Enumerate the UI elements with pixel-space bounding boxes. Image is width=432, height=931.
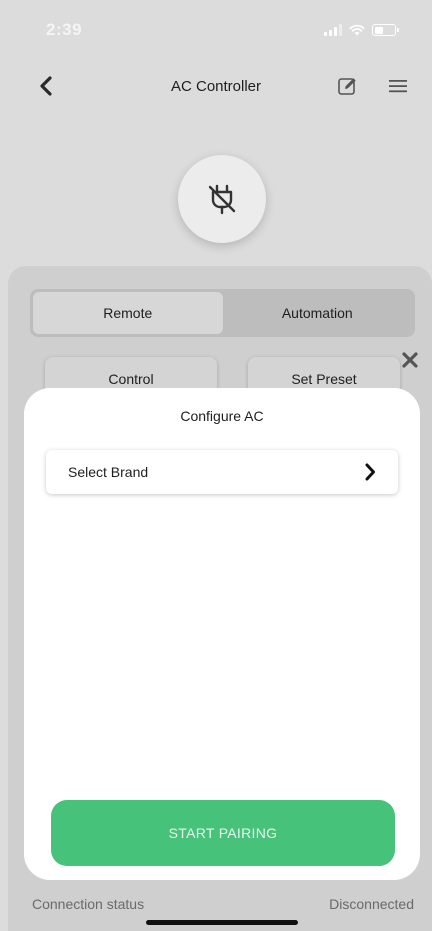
signal-icon [324, 24, 342, 36]
status-icons [324, 24, 399, 36]
app-screen: 2:39 AC Controller Remote Automation Con… [0, 0, 432, 931]
connection-status-label: Connection status [32, 896, 145, 912]
configure-ac-modal: Configure AC Select Brand START PAIRING [24, 388, 420, 880]
edit-icon[interactable] [336, 74, 360, 98]
page-title: AC Controller [170, 77, 262, 95]
modal-title: Configure AC [180, 408, 264, 424]
battery-icon [372, 24, 399, 36]
hamburger-menu-icon[interactable] [388, 76, 408, 96]
nav-bar: AC Controller [0, 64, 432, 108]
status-time: 2:39 [46, 20, 83, 39]
plug-off-icon [208, 184, 236, 215]
start-pairing-button[interactable]: START PAIRING [51, 800, 395, 866]
connection-footer: Connection status Disconnected [0, 896, 432, 920]
home-indicator[interactable] [146, 920, 298, 925]
chevron-left-icon [40, 76, 52, 96]
mode-tabs: Remote Automation [30, 289, 415, 337]
select-brand-row[interactable]: Select Brand [46, 450, 398, 494]
select-brand-label: Select Brand [68, 464, 149, 480]
status-bar: 2:39 [0, 0, 432, 60]
chevron-right-icon [365, 463, 375, 481]
back-button[interactable] [34, 72, 58, 100]
connection-status-value: Disconnected [329, 896, 414, 912]
tab-remote[interactable]: Remote [33, 292, 223, 334]
tab-automation[interactable]: Automation [223, 292, 413, 334]
wifi-icon [349, 24, 365, 36]
device-status-button[interactable] [178, 155, 266, 243]
close-icon[interactable] [401, 351, 419, 369]
